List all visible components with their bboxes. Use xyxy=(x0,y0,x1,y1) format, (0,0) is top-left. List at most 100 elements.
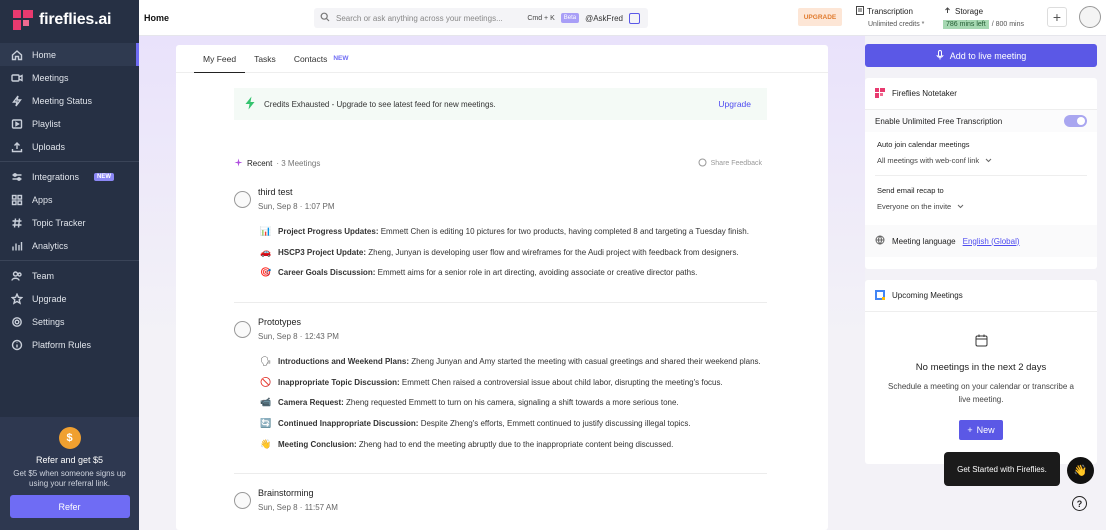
fireflies-logo-icon xyxy=(875,87,885,100)
fireflies-logo-icon xyxy=(12,9,34,31)
sidebar-item-meetings[interactable]: Meetings xyxy=(0,66,139,89)
sidebar-item-apps[interactable]: Apps xyxy=(0,188,139,211)
info-icon xyxy=(11,339,23,351)
transcription-status[interactable]: Transcription Unlimited credits * xyxy=(856,6,924,28)
divider xyxy=(234,302,767,303)
askfred-checkbox[interactable] xyxy=(629,12,640,24)
upcoming-empty-title: No meetings in the next 2 days xyxy=(915,362,1047,373)
upgrade-button[interactable]: UPGRADE xyxy=(798,8,842,26)
get-started-tooltip[interactable]: Get Started with Fireflies. xyxy=(944,452,1060,486)
sidebar-item-upgrade[interactable]: Upgrade xyxy=(0,287,139,310)
app-logo[interactable]: fireflies.ai xyxy=(0,0,139,40)
add-to-live-meeting-button[interactable]: Add to live meeting xyxy=(865,44,1097,67)
add-button[interactable]: + xyxy=(1047,7,1067,27)
sidebar-item-playlist[interactable]: Playlist xyxy=(0,112,139,135)
meeting-title[interactable]: Prototypes xyxy=(258,317,339,327)
meeting-title[interactable]: third test xyxy=(258,187,335,197)
gear-icon xyxy=(11,316,23,328)
auto-join-section: Auto join calendar meetings All meetings… xyxy=(875,132,1087,176)
askfred-label[interactable]: @AskFred xyxy=(585,14,623,23)
calendar-icon xyxy=(975,334,988,349)
divider xyxy=(234,473,767,474)
sidebar-item-label: Settings xyxy=(32,316,65,327)
nav-group-account: Team Upgrade Settings Platform Rules xyxy=(0,261,139,359)
sparkle-icon xyxy=(234,158,243,169)
camera-emoji-icon: 📹 xyxy=(260,397,272,408)
auto-join-select[interactable]: All meetings with web-conf link xyxy=(877,156,1085,165)
sidebar-item-label: Topic Tracker xyxy=(32,217,86,228)
new-meeting-button[interactable]: + New xyxy=(959,420,1003,440)
recent-label: Recent xyxy=(247,159,273,168)
upload-icon xyxy=(11,141,23,153)
analytics-icon xyxy=(11,240,23,252)
unlimited-transcription-row: Enable Unlimited Free Transcription xyxy=(865,110,1097,132)
meeting-card[interactable]: third test Sun, Sep 8 · 1:07 PM 📊 Project… xyxy=(234,187,767,283)
target-emoji-icon: 🎯 xyxy=(260,267,272,278)
sidebar-item-label: Playlist xyxy=(32,118,61,129)
sidebar-item-meeting-status[interactable]: Meeting Status xyxy=(0,89,139,112)
new-badge: NEW xyxy=(94,172,115,181)
refer-panel: $ Refer and get $5 Get $5 when someone s… xyxy=(0,417,139,530)
search-input[interactable]: Search or ask anything across your meeti… xyxy=(336,14,521,23)
meeting-card[interactable]: Prototypes Sun, Sep 8 · 12:43 PM 🗣 Introd… xyxy=(234,317,767,454)
sidebar-item-label: Apps xyxy=(32,194,53,205)
list-item: 🗣 Introductions and Weekend Plans: Zheng … xyxy=(260,355,761,366)
storage-label: Storage xyxy=(955,6,984,16)
meeting-language-link[interactable]: English (Global) xyxy=(963,237,1020,246)
video-icon xyxy=(11,72,23,84)
storage-status[interactable]: Storage 786 mins left/ 800 mins xyxy=(943,6,1024,29)
speaking-emoji-icon: 🗣 xyxy=(260,355,272,366)
sidebar-item-team[interactable]: Team xyxy=(0,264,139,287)
meeting-date: Sun, Sep 8 · 1:07 PM xyxy=(258,202,335,211)
sidebar-item-label: Meetings xyxy=(32,72,69,83)
tab-contacts[interactable]: Contacts NEW xyxy=(285,45,358,72)
meeting-avatar-icon xyxy=(234,492,251,509)
recap-label: Send email recap to xyxy=(877,186,944,195)
notetaker-header: Fireflies Notetaker xyxy=(865,78,1097,110)
meeting-avatar-icon xyxy=(234,321,251,338)
notetaker-card: Fireflies Notetaker Enable Unlimited Fre… xyxy=(865,78,1097,269)
wave-hand-icon[interactable]: 👋 xyxy=(1067,457,1094,484)
sidebar-item-integrations[interactable]: Integrations NEW xyxy=(0,165,139,188)
meeting-language-label: Meeting language xyxy=(892,236,956,246)
prohibited-emoji-icon: 🚫 xyxy=(260,376,272,387)
refer-button[interactable]: Refer xyxy=(9,495,130,518)
refer-title: Refer and get $5 xyxy=(35,455,104,465)
calendar-color-icon xyxy=(875,289,885,302)
sidebar-item-uploads[interactable]: Uploads xyxy=(0,135,139,158)
avatar[interactable] xyxy=(1079,6,1101,28)
sidebar-item-home[interactable]: Home xyxy=(0,43,139,66)
transcription-label: Transcription xyxy=(867,7,913,16)
meeting-title[interactable]: Brainstorming xyxy=(258,488,338,498)
chat-icon xyxy=(698,158,707,169)
beta-badge: Beta xyxy=(560,13,580,23)
upcoming-header: Upcoming Meetings xyxy=(865,280,1097,312)
sidebar-item-settings[interactable]: Settings xyxy=(0,310,139,333)
credits-banner: Credits Exhausted - Upgrade to see lates… xyxy=(234,88,767,120)
nav-group-tools: Integrations NEW Apps Topic Tracker Anal… xyxy=(0,162,139,261)
sidebar-item-platform-rules[interactable]: Platform Rules xyxy=(0,333,139,356)
sidebar-item-analytics[interactable]: Analytics xyxy=(0,234,139,257)
credits-upgrade-link[interactable]: Upgrade xyxy=(718,99,751,109)
search-bar[interactable]: Search or ask anything across your meeti… xyxy=(314,8,648,28)
sidebar-item-label: Meeting Status xyxy=(32,95,93,106)
meeting-points: 📊 Project Progress Updates: Emmett Chen i… xyxy=(260,221,767,283)
microphone-icon xyxy=(936,49,944,62)
meeting-card[interactable]: Brainstorming Sun, Sep 8 · 11:57 AM xyxy=(234,488,767,512)
plus-icon: + xyxy=(1052,9,1062,25)
nav-group-main: Home Meetings Meeting Status Playlist Up… xyxy=(0,40,139,162)
recap-select[interactable]: Everyone on the invite xyxy=(877,202,1085,211)
sidebar-item-topic-tracker[interactable]: Topic Tracker xyxy=(0,211,139,234)
home-icon xyxy=(11,49,23,61)
meeting-date: Sun, Sep 8 · 12:43 PM xyxy=(258,332,339,341)
globe-icon xyxy=(875,235,885,247)
sidebar-item-label: Analytics xyxy=(32,240,69,251)
tab-my-feed[interactable]: My Feed xyxy=(194,45,246,73)
sidebar-item-label: Platform Rules xyxy=(32,339,92,350)
help-button[interactable]: ? xyxy=(1072,496,1087,511)
unlimited-transcription-toggle[interactable] xyxy=(1064,115,1087,127)
wave-emoji-icon: 👋 xyxy=(260,438,272,449)
share-feedback-link[interactable]: Share Feedback xyxy=(698,158,762,169)
tab-tasks[interactable]: Tasks xyxy=(245,45,285,72)
auto-join-label: Auto join calendar meetings xyxy=(877,140,970,149)
